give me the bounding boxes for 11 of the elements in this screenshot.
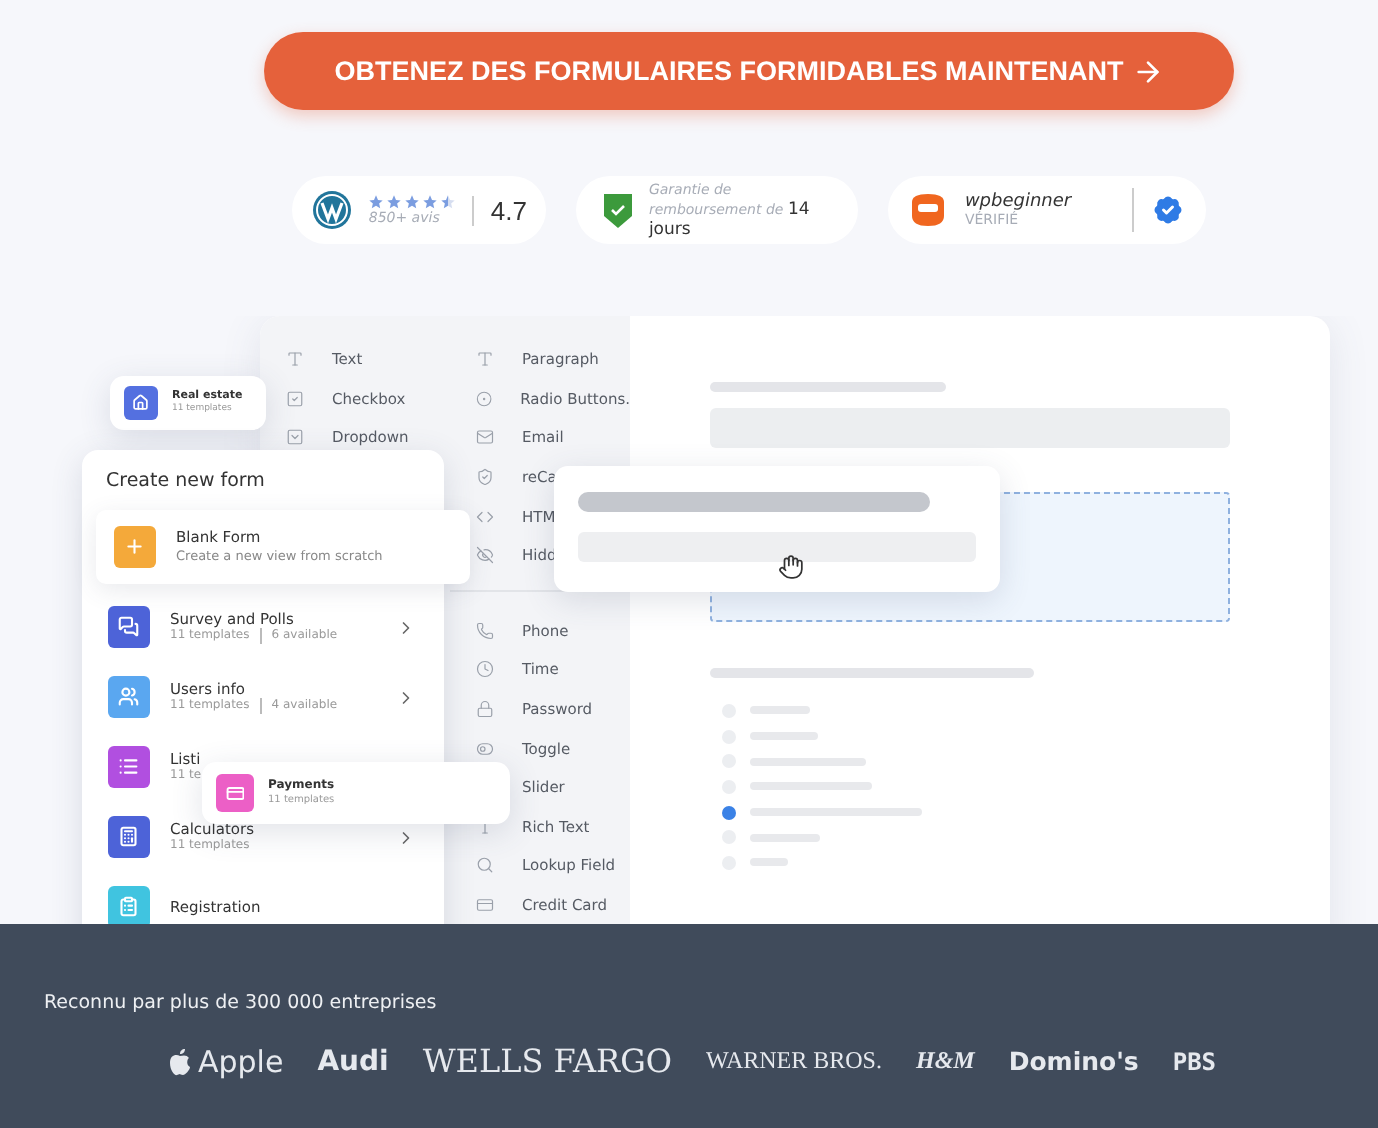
trust-caption: Reconnu par plus de 300 000 entreprises (44, 992, 439, 1014)
brand-logo: H&M (915, 1046, 975, 1076)
panel-title: Create new form (104, 470, 267, 492)
brand-logo: Audi (317, 1045, 389, 1077)
brand-logo: Domino's (1008, 1046, 1139, 1076)
rating-score: 4.7 (472, 195, 527, 225)
partner-name: wpbeginner (964, 191, 1072, 211)
brand-logo: PBS (1172, 1047, 1217, 1075)
brand-logo: Apple (168, 1043, 284, 1079)
brand-logo: WELLS FARGO (422, 1042, 672, 1080)
brand-logo: WARNER BROS. (705, 1046, 882, 1076)
